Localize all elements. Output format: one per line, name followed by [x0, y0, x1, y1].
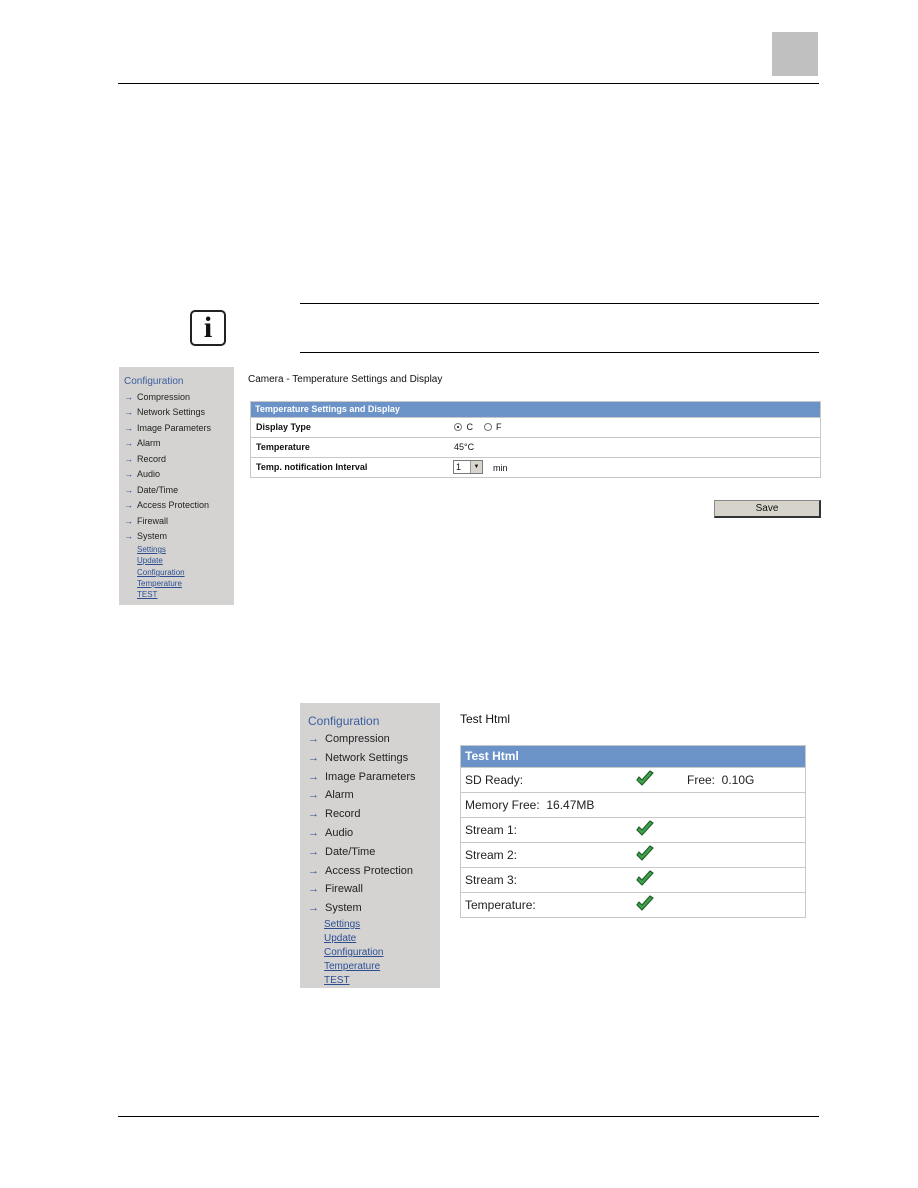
sidebar-item-firewall[interactable]: → Firewall: [124, 516, 168, 526]
sidebar-link-settings[interactable]: Settings: [324, 919, 360, 930]
arrow-right-icon: →: [308, 733, 319, 745]
note-rule-top: [300, 303, 819, 304]
sidebar-item-network-settings[interactable]: → Network Settings: [308, 752, 408, 764]
arrow-right-icon: →: [124, 500, 133, 510]
sidebar-item-alarm[interactable]: → Alarm: [308, 789, 354, 801]
sidebar-item-image-parameters[interactable]: → Image Parameters: [308, 771, 415, 783]
row-label: SD Ready:: [465, 773, 524, 787]
checkmark-icon: [635, 895, 655, 914]
radio-celsius[interactable]: [454, 423, 462, 431]
arrow-right-icon: →: [308, 846, 319, 858]
sidebar-title: Configuration: [124, 376, 184, 387]
display-type-options: C F: [454, 422, 502, 432]
sidebar-link-configuration[interactable]: Configuration: [137, 568, 185, 577]
save-button[interactable]: Save: [714, 500, 821, 518]
chevron-down-icon[interactable]: ▼: [470, 461, 482, 473]
table-row-interval: Temp. notification Interval 1 ▼ min: [251, 457, 820, 477]
arrow-right-icon: →: [124, 469, 133, 479]
test-html-table: Test Html SD Ready: Free: 0.10G Memory Fre…: [460, 745, 806, 918]
table-row-display-type: Display Type C F: [251, 417, 820, 437]
sidebar-item-image-parameters[interactable]: → Image Parameters: [124, 423, 211, 433]
sidebar-item-network-settings[interactable]: → Network Settings: [124, 407, 205, 417]
sidebar-link-temperature[interactable]: Temperature: [324, 961, 380, 972]
sidebar-item-record[interactable]: → Record: [124, 454, 166, 464]
temperature-value: 45°C: [454, 442, 475, 452]
checkmark-icon: [635, 845, 655, 864]
table-row: Memory Free: 16.47MB: [461, 792, 805, 817]
arrow-right-icon: →: [124, 423, 133, 433]
row-extra: Free: 0.10G: [687, 773, 755, 787]
checkmark-icon: [635, 870, 655, 889]
temperature-settings-table: Temperature Settings and Display Display…: [250, 401, 821, 478]
sidebar-small: Configuration → Compression → Network Sett…: [119, 367, 234, 605]
sidebar-link-temperature[interactable]: Temperature: [137, 579, 182, 588]
row-label: Temp. notification Interval: [256, 462, 368, 472]
row-label: Stream 3:: [465, 873, 518, 887]
sidebar-link-update[interactable]: Update: [324, 933, 356, 944]
arrow-right-icon: →: [308, 883, 319, 895]
table-row: Stream 2:: [461, 842, 805, 867]
sidebar-item-compression[interactable]: → Compression: [124, 392, 190, 402]
arrow-right-icon: →: [308, 808, 319, 820]
row-label: Temperature:: [465, 898, 536, 912]
checkmark-icon: [635, 770, 655, 789]
sidebar-item-record[interactable]: → Record: [308, 808, 360, 820]
sidebar-item-access-protection[interactable]: → Access Protection: [124, 500, 209, 510]
row-label: Stream 2:: [465, 848, 518, 862]
sidebar-item-audio[interactable]: → Audio: [308, 827, 353, 839]
sidebar-link-configuration[interactable]: Configuration: [324, 947, 383, 958]
sidebar-item-access-protection[interactable]: → Access Protection: [308, 865, 413, 877]
sidebar-item-firewall[interactable]: → Firewall: [308, 883, 363, 895]
arrow-right-icon: →: [124, 392, 133, 402]
table-row: SD Ready: Free: 0.10G: [461, 767, 805, 792]
arrow-right-icon: →: [308, 752, 319, 764]
table-row-temperature: Temperature 45°C: [251, 437, 820, 457]
sidebar-item-system[interactable]: → System: [308, 902, 362, 914]
arrow-right-icon: →: [308, 789, 319, 801]
interval-select[interactable]: 1 ▼: [453, 460, 483, 474]
sidebar-link-settings[interactable]: Settings: [137, 545, 166, 554]
sidebar-item-date-time[interactable]: → Date/Time: [308, 846, 375, 858]
sidebar-item-system[interactable]: → System: [124, 531, 167, 541]
arrow-right-icon: →: [308, 827, 319, 839]
arrow-right-icon: →: [124, 454, 133, 464]
table-header: Test Html: [461, 746, 805, 767]
row-label: Temperature: [256, 442, 310, 452]
chapter-tab: [772, 32, 818, 76]
checkmark-icon: [635, 820, 655, 839]
sidebar-item-alarm[interactable]: → Alarm: [124, 438, 161, 448]
sidebar-title: Configuration: [308, 714, 380, 728]
arrow-right-icon: →: [124, 531, 133, 541]
page-title: Test Html: [460, 712, 511, 726]
note-rule-bottom: [300, 352, 819, 353]
table-row: Temperature:: [461, 892, 805, 917]
footer-rule: [118, 1116, 819, 1117]
arrow-right-icon: →: [124, 407, 133, 417]
row-label: Display Type: [256, 422, 311, 432]
interval-unit: min: [493, 463, 508, 473]
arrow-right-icon: →: [308, 865, 319, 877]
arrow-right-icon: →: [308, 902, 319, 914]
arrow-right-icon: →: [124, 485, 133, 495]
sidebar-link-update[interactable]: Update: [137, 556, 163, 565]
page-title: Camera - Temperature Settings and Displa…: [248, 374, 443, 385]
arrow-right-icon: →: [308, 771, 319, 783]
sidebar-item-compression[interactable]: → Compression: [308, 733, 390, 745]
row-label: Stream 1:: [465, 823, 518, 837]
arrow-right-icon: →: [124, 516, 133, 526]
info-icon: i: [190, 310, 226, 346]
sidebar-large: Configuration → Compression → Network Sett…: [300, 703, 440, 988]
table-row: Stream 1:: [461, 817, 805, 842]
sidebar-item-date-time[interactable]: → Date/Time: [124, 485, 178, 495]
table-row: Stream 3:: [461, 867, 805, 892]
table-header: Temperature Settings and Display: [251, 402, 820, 417]
sidebar-link-test[interactable]: TEST: [324, 975, 350, 986]
arrow-right-icon: →: [124, 438, 133, 448]
row-label: Memory Free: 16.47MB: [465, 798, 595, 812]
sidebar-link-test[interactable]: TEST: [137, 590, 157, 599]
sidebar-item-audio[interactable]: → Audio: [124, 469, 160, 479]
header-rule: [118, 83, 819, 84]
radio-fahrenheit[interactable]: [483, 423, 492, 431]
